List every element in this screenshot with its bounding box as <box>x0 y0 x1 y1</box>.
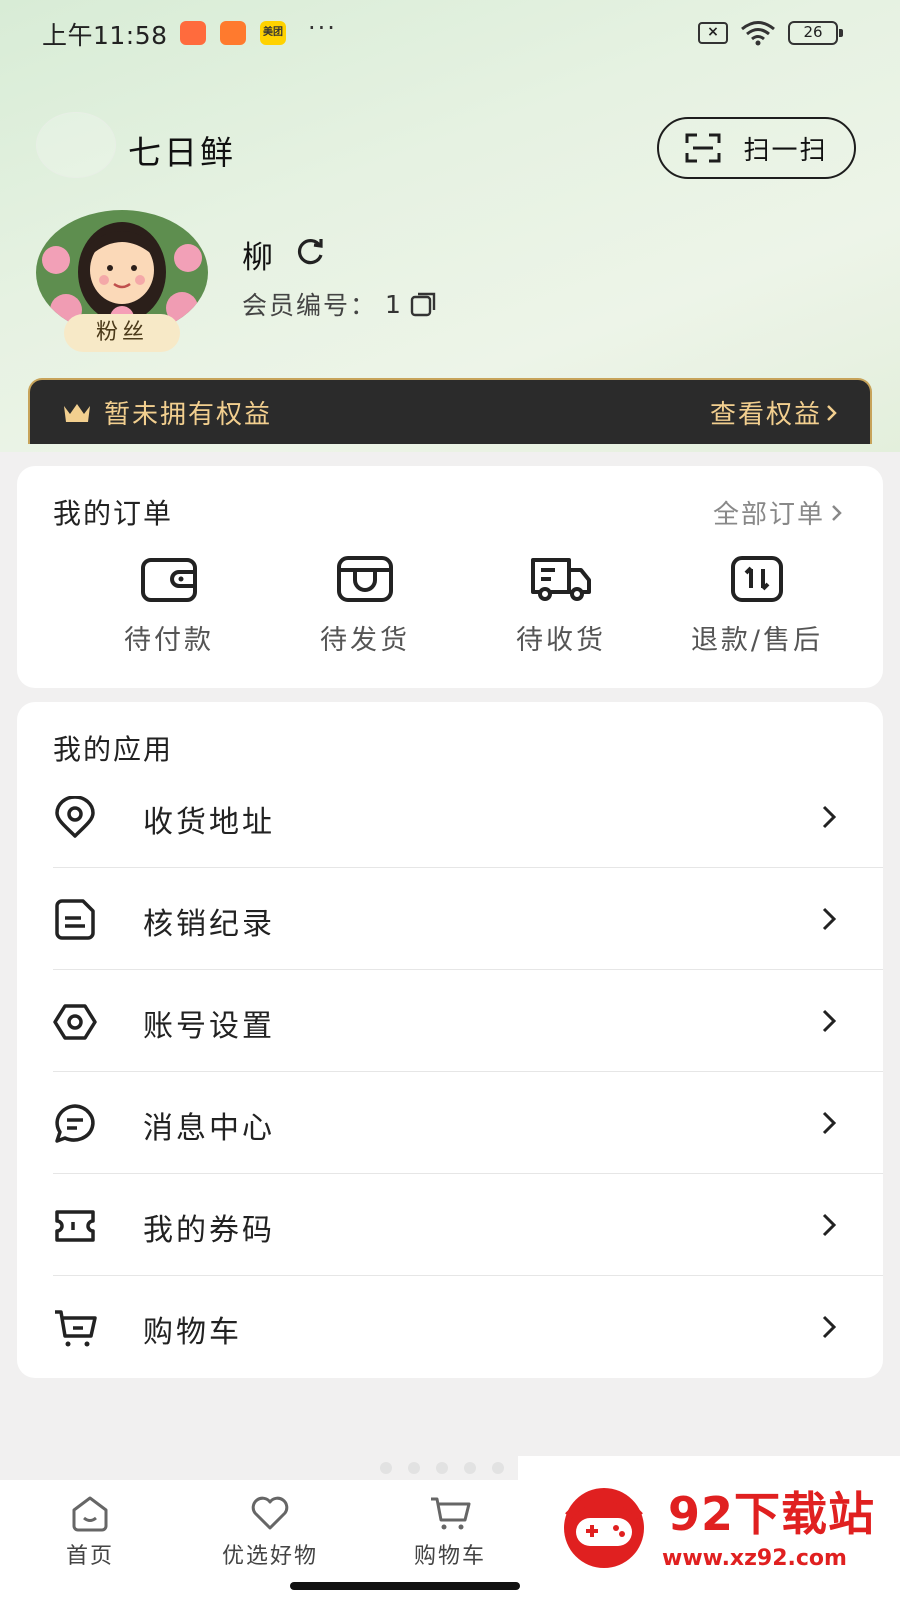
order-pending-shipment[interactable]: 待发货 <box>275 554 455 657</box>
home-icon <box>72 1496 108 1532</box>
all-orders-label: 全部订单 <box>712 500 825 530</box>
avatar[interactable]: 粉丝 <box>36 210 208 352</box>
status-time: 上午11:58 <box>42 21 168 50</box>
page-dot <box>408 1462 420 1474</box>
orders-card: 我的订单 全部订单 待付款 待发货 待收货 退款/售后 <box>17 466 883 688</box>
no-sim-icon: × <box>698 22 728 44</box>
more-notifications-icon: ··· <box>308 14 337 42</box>
row-label: 核销纪录 <box>143 907 275 942</box>
order-label: 待付款 <box>124 625 214 656</box>
row-label: 收货地址 <box>143 805 275 840</box>
battery-icon: 26 <box>788 21 843 45</box>
tab-label: 首页 <box>65 1544 114 1569</box>
app-row-message-center[interactable]: 消息中心 <box>53 1072 883 1174</box>
order-label: 退款/售后 <box>690 625 824 656</box>
notification-app-icon <box>220 21 246 45</box>
copy-icon[interactable] <box>409 290 439 318</box>
row-label: 账号设置 <box>143 1009 275 1044</box>
app-row-redeem-records[interactable]: 核销纪录 <box>53 868 883 970</box>
refund-icon <box>731 556 783 602</box>
chat-icon <box>55 1104 95 1143</box>
watermark-title: 92下载站 <box>668 1487 876 1541</box>
all-orders-link[interactable]: 全部订单 <box>713 494 843 531</box>
order-label: 待收货 <box>516 625 606 656</box>
scan-button[interactable]: 扫一扫 <box>657 117 856 179</box>
page-dot <box>464 1462 476 1474</box>
tab-label: 优选好物 <box>221 1544 318 1569</box>
tab-featured[interactable]: 优选好物 <box>190 1494 350 1570</box>
chevron-right-icon <box>822 1315 837 1339</box>
status-bar: 上午11:58 美团 ··· × 26 <box>0 0 900 66</box>
page-dot <box>492 1462 504 1474</box>
meituan-app-icon: 美团 <box>260 21 286 45</box>
tab-cart[interactable]: 购物车 <box>370 1494 530 1570</box>
crown-icon <box>64 404 90 422</box>
row-label: 消息中心 <box>143 1111 275 1146</box>
row-label: 我的券码 <box>143 1213 275 1248</box>
watermark: 92下载站 www.xz92.com <box>518 1456 900 1600</box>
apps-title: 我的应用 <box>53 733 174 766</box>
app-row-my-coupons[interactable]: 我的券码 <box>53 1174 883 1276</box>
refresh-icon[interactable] <box>296 237 326 267</box>
cart-icon <box>431 1497 471 1530</box>
gamepad-logo-icon <box>564 1488 644 1568</box>
wifi-icon <box>741 21 775 46</box>
chevron-right-icon <box>822 1009 837 1033</box>
home-indicator <box>290 1582 520 1590</box>
scan-label: 扫一扫 <box>743 135 828 166</box>
member-number-label: 会员编号： <box>242 291 378 320</box>
location-icon <box>55 796 95 838</box>
order-refund-aftersale[interactable]: 退款/售后 <box>667 554 847 657</box>
view-benefits-link[interactable]: 查看权益 <box>710 394 838 431</box>
fan-badge: 粉丝 <box>64 314 180 352</box>
store-name: 七日鲜 <box>128 133 236 172</box>
apps-card: 我的应用 收货地址 核销纪录 账号设置 消息中心 我的券码 购物车 <box>17 702 883 1378</box>
wallet-icon <box>141 558 197 602</box>
ticket-icon <box>55 1210 95 1242</box>
scan-icon <box>685 133 721 163</box>
page-indicator <box>380 1462 504 1474</box>
cart-icon <box>55 1310 97 1347</box>
chevron-right-icon <box>832 504 842 521</box>
tab-home[interactable]: 首页 <box>10 1494 170 1570</box>
chevron-right-icon <box>822 1213 837 1237</box>
heart-icon <box>251 1496 289 1530</box>
order-label: 待发货 <box>320 625 410 656</box>
store-logo <box>36 112 116 178</box>
order-pending-receipt[interactable]: 待收货 <box>471 554 651 657</box>
member-number-row: 会员编号： 1 <box>242 286 439 322</box>
chevron-right-icon <box>822 1111 837 1135</box>
benefits-status: 暂未拥有权益 <box>104 400 273 430</box>
app-row-address[interactable]: 收货地址 <box>53 766 883 868</box>
app-row-account-settings[interactable]: 账号设置 <box>53 970 883 1072</box>
truck-icon <box>531 558 591 601</box>
app-row-shopping-cart[interactable]: 购物车 <box>53 1276 883 1378</box>
box-icon <box>337 556 393 602</box>
page-dot <box>380 1462 392 1474</box>
benefits-bar[interactable]: 暂未拥有权益 查看权益 <box>28 378 872 444</box>
order-pending-payment[interactable]: 待付款 <box>79 554 259 657</box>
chevron-right-icon <box>827 404 837 421</box>
chevron-right-icon <box>822 907 837 931</box>
notification-app-icon <box>180 21 206 45</box>
watermark-url: www.xz92.com <box>662 1546 847 1571</box>
settings-icon <box>53 1004 97 1040</box>
page-dot <box>436 1462 448 1474</box>
note-icon <box>55 899 95 940</box>
chevron-right-icon <box>822 805 837 829</box>
row-label: 购物车 <box>143 1315 242 1350</box>
tab-label: 购物车 <box>413 1544 486 1569</box>
view-benefits-label: 查看权益 <box>709 400 822 430</box>
orders-title: 我的订单 <box>53 497 174 530</box>
member-number-value: 1 <box>385 289 401 319</box>
user-name: 柳 <box>242 240 273 276</box>
